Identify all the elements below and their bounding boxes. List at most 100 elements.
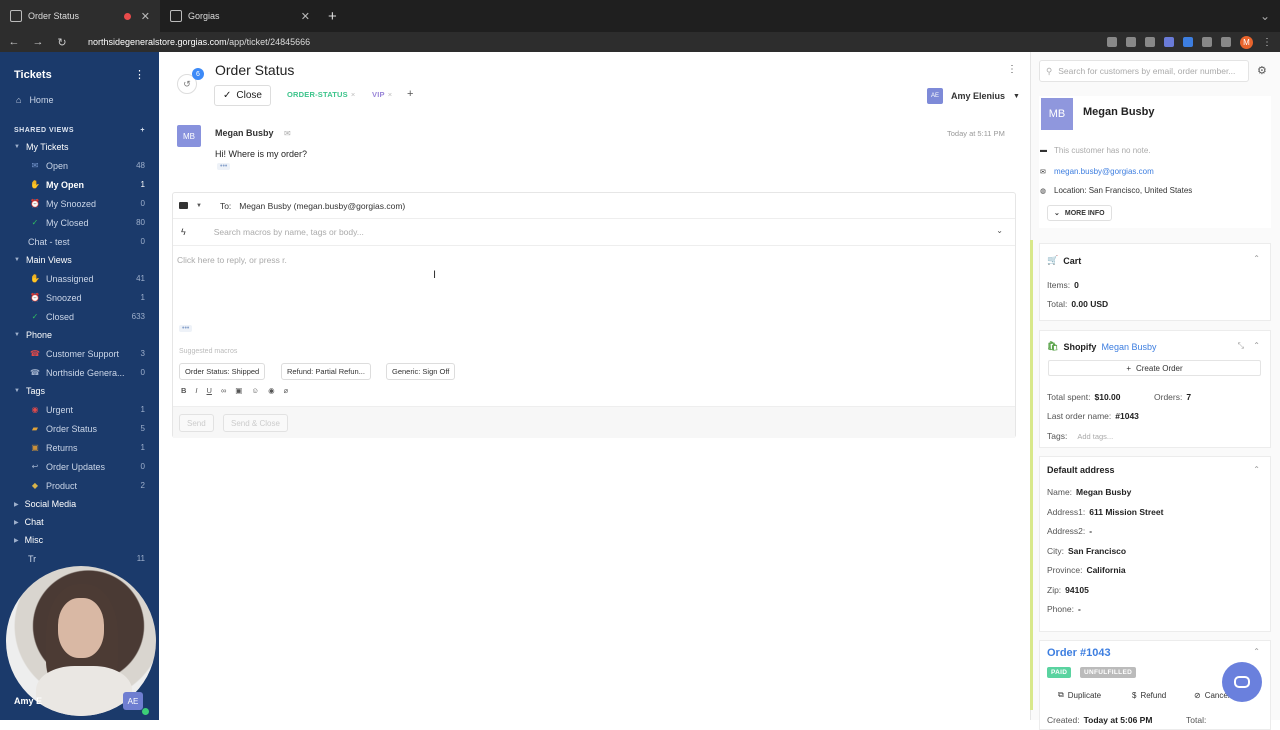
sidebar-group[interactable]: ▼ Main Views	[0, 251, 159, 269]
remove-tag-icon[interactable]: ×	[388, 90, 393, 99]
tab-menu-chevron-icon[interactable]: ⌄	[1260, 9, 1280, 23]
sidepanel-icon[interactable]	[1221, 37, 1231, 47]
add-tags-input[interactable]: Add tags...	[1077, 432, 1113, 441]
chevron-up-icon[interactable]: ⌃	[1253, 465, 1260, 474]
sidebar-item-home[interactable]: ⌂ Home	[0, 81, 159, 105]
new-tab-icon[interactable]: +	[320, 8, 345, 25]
collapse-icon[interactable]: ⤡	[1238, 341, 1244, 351]
sidebar-group[interactable]: ▶ Chat	[0, 513, 159, 531]
image-icon[interactable]: ▣	[235, 386, 242, 395]
add-tag-button[interactable]: +	[407, 88, 413, 100]
sidebar-group[interactable]: ▼ My Tickets	[0, 138, 159, 156]
chevron-up-icon[interactable]: ⌃	[1253, 647, 1260, 656]
browser-menu-icon[interactable]: ⋮	[1262, 37, 1272, 48]
shopify-customer-link[interactable]: Megan Busby	[1101, 342, 1156, 352]
macro-chip[interactable]: Refund: Partial Refun...	[281, 363, 371, 380]
kebab-menu-icon[interactable]: ⋮	[134, 68, 145, 81]
current-user-avatar[interactable]: AE	[123, 692, 143, 710]
email-icon[interactable]	[179, 202, 188, 209]
chevron-up-icon[interactable]: ⌃	[1253, 341, 1260, 350]
macro-search[interactable]: ϟ Search macros by name, tags or body...…	[173, 219, 1015, 246]
ticket-menu-icon[interactable]: ⋮	[1007, 64, 1017, 75]
italic-icon[interactable]: I	[195, 386, 197, 395]
customer-note[interactable]: ▬ This customer has no note.	[1040, 146, 1151, 155]
recipient-value[interactable]: Megan Busby (megan.busby@gorgias.com)	[239, 201, 405, 211]
profile-avatar[interactable]: M	[1240, 35, 1253, 49]
browser-tab-gorgias[interactable]: Gorgias ✕	[160, 0, 320, 32]
star-icon[interactable]	[1145, 37, 1155, 47]
sidebar-item[interactable]: ⏰ My Snoozed 0	[0, 194, 159, 213]
sidebar-item[interactable]: ⏰ Snoozed 1	[0, 288, 159, 307]
duplicate-order-button[interactable]: ⧉ Duplicate	[1058, 687, 1101, 703]
browser-tab-order-status[interactable]: Order Status ✕	[0, 0, 160, 32]
bold-icon[interactable]: B	[181, 386, 186, 395]
sidebar-group[interactable]: ▼ Phone	[0, 326, 159, 344]
sidebar-group[interactable]: ▶ Misc	[0, 531, 159, 549]
chevron-down-icon[interactable]: ⌄	[996, 226, 1003, 235]
shopify-header[interactable]: 🛍 Shopify Megan Busby	[1047, 341, 1156, 352]
attachment-icon[interactable]: ⌀	[284, 386, 289, 395]
extension-icon[interactable]	[1183, 37, 1193, 47]
more-info-button[interactable]: ⌄ MORE INFO	[1047, 205, 1112, 221]
sidebar-item[interactable]: ☎ Customer Support 3	[0, 344, 159, 363]
sidebar-group[interactable]: ▼ Tags	[0, 382, 159, 400]
address-title[interactable]: Default address	[1047, 465, 1115, 475]
sidebar-item[interactable]: ☎ Northside Genera... 0	[0, 363, 159, 382]
create-order-button[interactable]: + Create Order	[1048, 360, 1261, 376]
expand-message-icon[interactable]: •••	[217, 163, 231, 170]
chevron-up-icon[interactable]: ⌃	[1253, 254, 1260, 263]
sidebar-item[interactable]: ◉ Urgent 1	[0, 400, 159, 419]
customer-name[interactable]: Megan Busby	[1083, 106, 1155, 118]
link-icon[interactable]: ∞	[221, 386, 226, 395]
close-tab-icon[interactable]: ✕	[301, 10, 310, 23]
refund-order-button[interactable]: $ Refund	[1132, 687, 1166, 703]
discount-icon[interactable]: ◉	[268, 386, 275, 395]
ticket-title[interactable]: Order Status	[215, 62, 294, 78]
chat-widget-icon[interactable]	[1222, 662, 1262, 702]
sidebar-item[interactable]: Chat - test 0	[0, 232, 159, 251]
customer-search-input[interactable]: Search for customers by email, order num…	[1058, 66, 1235, 76]
customer-search[interactable]: ⚲ Search for customers by email, order n…	[1039, 60, 1249, 82]
sidebar-item[interactable]: ✋ Unassigned 41	[0, 269, 159, 288]
underline-icon[interactable]: U	[207, 386, 212, 395]
send-close-button[interactable]: Send & Close	[223, 414, 288, 432]
tag-order-status[interactable]: ORDER-STATUS ×	[287, 90, 355, 99]
close-tab-icon[interactable]: ✕	[141, 10, 150, 23]
emoji-icon[interactable]: ☺	[251, 386, 259, 395]
sidebar-item[interactable]: ✓ Closed 633	[0, 307, 159, 326]
sidebar-item[interactable]: ✉ Open 48	[0, 156, 159, 175]
extension-icon[interactable]	[1164, 37, 1174, 47]
remove-tag-icon[interactable]: ×	[351, 90, 356, 99]
customer-email[interactable]: ✉ megan.busby@gorgias.com	[1040, 167, 1154, 176]
sidebar-item[interactable]: ▣ Returns 1	[0, 438, 159, 457]
camera-extension-icon[interactable]	[1107, 37, 1117, 47]
more-options-icon[interactable]: •••	[179, 325, 193, 332]
reload-icon[interactable]: ↻	[56, 36, 68, 49]
forward-arrow-icon[interactable]: →	[32, 36, 44, 48]
share-icon[interactable]	[1126, 37, 1136, 47]
sidebar-group[interactable]: ▶ Social Media	[0, 495, 159, 513]
address-field[interactable]: northsidegeneralstore.gorgias.com/app/ti…	[88, 37, 310, 47]
sidebar-item[interactable]: ▰ Order Status 5	[0, 419, 159, 438]
current-user-name[interactable]: Amy E	[14, 696, 42, 706]
order-link[interactable]: Order #1043	[1047, 647, 1111, 659]
gear-icon[interactable]: ⚙	[1257, 64, 1267, 77]
channel-caret-icon[interactable]: ▼	[196, 203, 202, 209]
tag-vip[interactable]: VIP ×	[372, 90, 392, 99]
sidebar-item[interactable]: ✋ My Open 1	[0, 175, 159, 194]
macro-search-input[interactable]: Search macros by name, tags or body...	[214, 227, 364, 237]
add-view-icon[interactable]: +	[140, 127, 145, 134]
macro-chip[interactable]: Generic: Sign Off	[386, 363, 456, 380]
back-arrow-icon[interactable]: ←	[8, 36, 20, 48]
send-button[interactable]: Send	[179, 414, 214, 432]
sidebar-item[interactable]: ✓ My Closed 80	[0, 213, 159, 232]
close-ticket-button[interactable]: ✓ Close	[214, 85, 271, 106]
puzzle-icon[interactable]	[1202, 37, 1212, 47]
macro-chip[interactable]: Order Status: Shipped	[179, 363, 266, 380]
recipient-row[interactable]: ▼ To: Megan Busby (megan.busby@gorgias.c…	[173, 193, 1015, 219]
assignee-dropdown[interactable]: AE Amy Elenius ▼	[927, 88, 1020, 104]
sidebar-item[interactable]: ↩ Order Updates 0	[0, 457, 159, 476]
sidebar-item[interactable]: ◆ Product 2	[0, 476, 159, 495]
reply-input[interactable]: Click here to reply, or press r.	[177, 255, 287, 265]
message-author[interactable]: Megan Busby	[215, 128, 274, 138]
